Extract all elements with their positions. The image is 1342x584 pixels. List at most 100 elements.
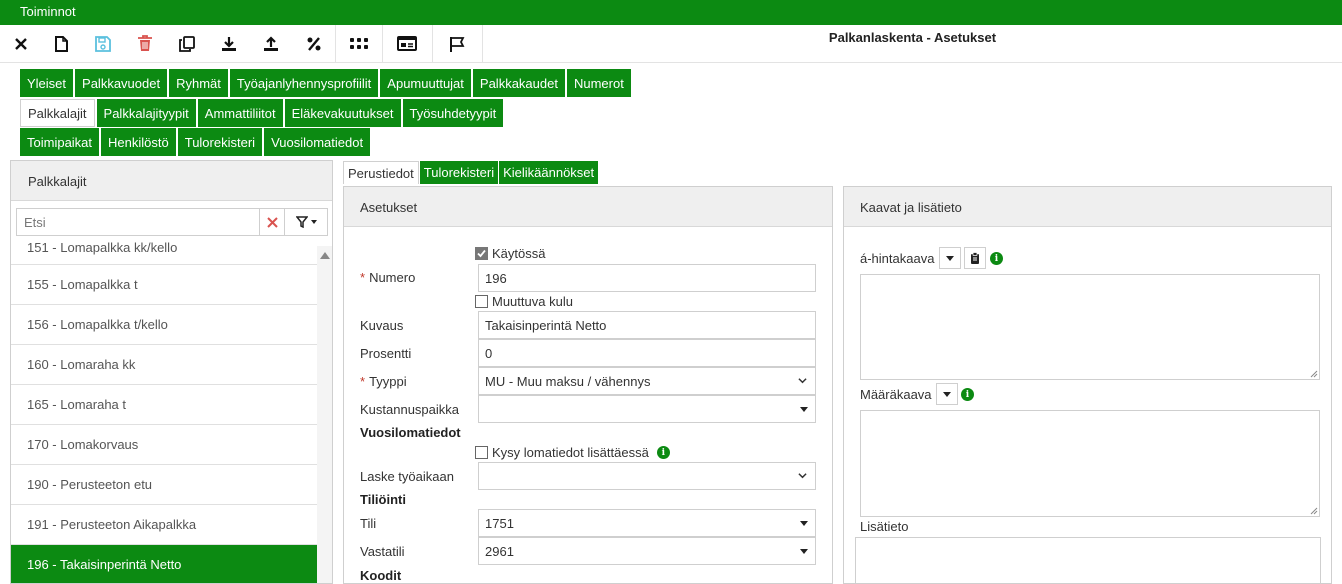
clipboard-icon[interactable] (964, 247, 986, 269)
toolbar-divider (335, 25, 336, 62)
tab-henkilosto[interactable]: Henkilöstö (101, 128, 176, 156)
checkbox-checked[interactable] (475, 247, 488, 260)
numero-field[interactable]: 196 (478, 264, 816, 292)
list-item[interactable]: 156 - Lomapalkka t/kello (11, 305, 317, 345)
kuvaus-field[interactable]: Takaisinperintä Netto (478, 311, 816, 339)
flag-icon[interactable] (440, 25, 474, 62)
a-hintakaava-label: á-hintakaava (860, 251, 935, 266)
info-icon[interactable]: i (961, 388, 974, 401)
tab-palkkalajityypit[interactable]: Palkkalajityypit (96, 99, 196, 127)
toolbar-divider (482, 25, 483, 62)
formulas-panel: Kaavat ja lisätieto á-hintakaava i Määrä… (843, 186, 1332, 584)
tili-label: Tili (360, 516, 377, 531)
filter-icon (295, 216, 308, 228)
tab-palkkalajit[interactable]: Palkkalajit (20, 99, 95, 127)
settings-tabs-row-2: Palkkalajit Palkkalajityypit Ammattiliit… (20, 99, 504, 127)
dropdown-caret-icon[interactable] (793, 538, 815, 564)
checkbox[interactable] (475, 295, 488, 308)
close-icon[interactable] (4, 25, 38, 62)
select-value: 1751 (485, 515, 514, 531)
section-koodit: Koodit (360, 568, 402, 583)
list-item[interactable]: 160 - Lomaraha kk (11, 345, 317, 385)
maarakaava-label: Määräkaava (860, 387, 932, 402)
list-item[interactable]: 151 - Lomapalkka kk/kello (11, 240, 317, 265)
lisatieto-textarea[interactable] (855, 537, 1321, 583)
tab-yleiset[interactable]: Yleiset (20, 69, 74, 97)
resize-grip-icon[interactable] (1310, 507, 1318, 515)
list-item[interactable]: 170 - Lomakorvaus (11, 425, 317, 465)
tili-select[interactable]: 1751 (478, 509, 816, 537)
muuttuva-kulu-checkbox[interactable]: Muuttuva kulu (475, 294, 573, 309)
checkbox-label: Käytössä (492, 246, 546, 261)
kustannuspaikka-select[interactable] (478, 395, 816, 423)
info-icon[interactable]: i (656, 446, 670, 459)
scrollbar[interactable] (317, 246, 332, 583)
kustannuspaikka-label: Kustannuspaikka (360, 402, 460, 417)
tab-palkkavuodet[interactable]: Palkkavuodet (75, 69, 168, 97)
tab-ammattiliitot[interactable]: Ammattiliitot (197, 99, 283, 127)
search-input[interactable] (16, 208, 260, 236)
tab-tulorekisteri-detail[interactable]: Tulorekisteri (419, 161, 499, 184)
checkbox[interactable] (475, 446, 488, 459)
tab-tyosuhdetyypit[interactable]: Työsuhdetyypit (402, 99, 504, 127)
list-item[interactable]: 165 - Lomaraha t (11, 385, 317, 425)
tab-apumuuttujat[interactable]: Apumuuttujat (380, 69, 471, 97)
tab-tulorekisteri[interactable]: Tulorekisteri (177, 128, 263, 156)
toolbar-divider (432, 25, 433, 62)
select-value: MU - Muu maksu / vähennys (485, 373, 651, 389)
maarakaava-textarea[interactable] (860, 410, 1320, 517)
kuvaus-label: Kuvaus (360, 318, 404, 333)
dropdown-caret-icon[interactable] (793, 510, 815, 536)
delete-icon[interactable] (128, 25, 162, 62)
section-tiliointi: Tiliöinti (360, 492, 406, 507)
maarakaava-dropdown[interactable] (936, 383, 958, 405)
tab-tyoajanlyhennysprofiilit[interactable]: Työajanlyhennysprofiilit (229, 69, 379, 97)
laske-tyoaikaan-label: Laske työaikaan (360, 469, 454, 484)
copy-icon[interactable] (170, 25, 204, 62)
checkbox-label: Kysy lomatiedot lisättäessä (492, 445, 649, 460)
id-card-icon[interactable] (390, 25, 424, 62)
vastatili-select[interactable]: 2961 (478, 537, 816, 565)
panel-title: Asetukset (344, 187, 832, 227)
scroll-up-icon[interactable] (320, 252, 330, 259)
percent-icon[interactable] (297, 25, 331, 62)
list-item[interactable]: 190 - Perusteeton etu (11, 465, 317, 505)
info-icon[interactable]: i (990, 252, 1003, 265)
laske-tyoaikaan-select[interactable] (478, 462, 816, 490)
tab-toimipaikat[interactable]: Toimipaikat (20, 128, 100, 156)
resize-grip-icon[interactable] (1310, 370, 1318, 378)
tab-numerot[interactable]: Numerot (566, 69, 631, 97)
pay-type-list: 151 - Lomapalkka kk/kello 155 - Lomapalk… (11, 240, 317, 583)
list-item[interactable]: 191 - Perusteeton Aikapalkka (11, 505, 317, 545)
menu-title[interactable]: Toiminnot (20, 4, 76, 19)
dropdown-caret-icon[interactable] (793, 396, 815, 422)
tyyppi-select[interactable]: MU - Muu maksu / vähennys (478, 367, 816, 395)
tab-palkkakaudet[interactable]: Palkkakaudet (472, 69, 565, 97)
tab-kielikaannokset[interactable]: Kielikäännökset (499, 161, 599, 184)
a-hintakaava-textarea[interactable] (860, 274, 1320, 380)
toolbar-divider (382, 25, 383, 62)
upload-icon[interactable] (254, 25, 288, 62)
new-file-icon[interactable] (44, 25, 78, 62)
panel-title: Kaavat ja lisätieto (844, 187, 1331, 227)
list-item-selected[interactable]: 196 - Takaisinperintä Netto (11, 545, 317, 583)
save-icon[interactable] (86, 25, 120, 62)
a-hintakaava-dropdown[interactable] (939, 247, 961, 269)
toolbar: Palkanlaskenta - Asetukset (0, 25, 1342, 63)
filter-dropdown-button[interactable] (285, 208, 328, 236)
list-item[interactable]: 155 - Lomapalkka t (11, 265, 317, 305)
tab-elakevakuutukset[interactable]: Eläkevakuutukset (284, 99, 401, 127)
grid-icon[interactable] (342, 25, 376, 62)
tab-ryhmat[interactable]: Ryhmät (169, 69, 228, 97)
tab-vuosilomatiedot[interactable]: Vuosilomatiedot (264, 128, 371, 156)
settings-tabs-row-1: Yleiset Palkkavuodet Ryhmät Työajanlyhen… (20, 69, 631, 97)
tab-perustiedot[interactable]: Perustiedot (343, 161, 419, 184)
download-icon[interactable] (212, 25, 246, 62)
kysy-lomatiedot-checkbox[interactable]: Kysy lomatiedot lisättäessä i (475, 445, 670, 460)
chevron-down-icon (798, 378, 807, 384)
prosentti-label: Prosentti (360, 346, 412, 361)
kaytossa-checkbox[interactable]: Käytössä (475, 246, 545, 261)
prosentti-field[interactable]: 0 (478, 339, 816, 367)
panel-title: Palkkalajit (11, 161, 332, 201)
clear-search-icon[interactable] (260, 208, 285, 236)
